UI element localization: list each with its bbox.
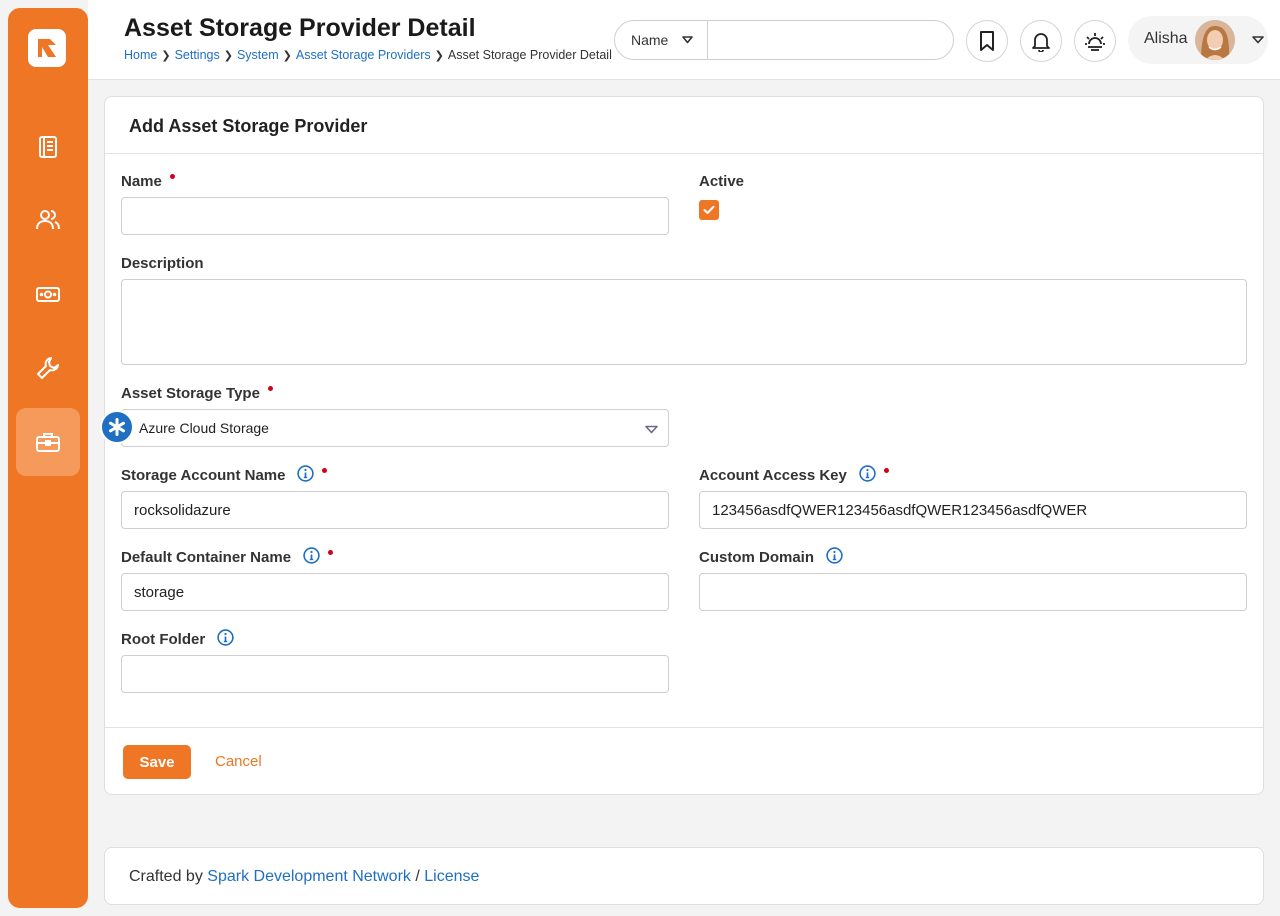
root-folder-label: Root Folder <box>121 629 234 648</box>
cancel-button[interactable]: Cancel <box>215 753 262 770</box>
description-label: Description <box>121 255 204 272</box>
custom-domain-input[interactable] <box>699 573 1247 611</box>
notebook-icon[interactable] <box>16 113 80 181</box>
wrench-icon[interactable] <box>16 334 80 402</box>
save-button[interactable]: Save <box>123 745 191 779</box>
required-indicator <box>883 468 889 473</box>
active-label: Active <box>699 173 744 190</box>
caret-down-icon <box>645 425 658 434</box>
root-folder-label-text: Root Folder <box>121 631 206 648</box>
info-icon[interactable] <box>303 547 320 564</box>
storage-type-label-text: Asset Storage Type <box>121 385 260 402</box>
storage-type-label: Asset Storage Type <box>121 385 273 402</box>
footer-prefix: Crafted by <box>129 868 203 885</box>
required-indicator <box>328 550 334 555</box>
info-icon[interactable] <box>297 465 315 482</box>
breadcrumb-home[interactable]: Home <box>124 48 157 62</box>
breadcrumb-current: Asset Storage Provider Detail <box>447 48 612 62</box>
description-label-text: Description <box>121 255 204 272</box>
form-actions: Save Cancel <box>105 727 1263 795</box>
chevron-right-icon: ❯ <box>434 49 444 62</box>
page-footer: Crafted by Spark Development Network / L… <box>104 847 1264 905</box>
container-input[interactable]: storage <box>121 573 669 611</box>
bookmark-icon <box>980 31 994 51</box>
money-icon[interactable] <box>16 260 80 328</box>
info-icon[interactable] <box>826 547 843 564</box>
search-box: Name <box>614 20 954 60</box>
bookmark-button[interactable] <box>966 20 1008 62</box>
page-title: Asset Storage Provider Detail <box>124 14 476 42</box>
info-icon[interactable] <box>217 629 234 646</box>
active-label-text: Active <box>699 173 745 190</box>
bell-icon <box>1032 33 1050 52</box>
breadcrumb: Home ❯ Settings ❯ System ❯ Asset Storage… <box>124 48 612 62</box>
rock-logo-icon[interactable] <box>28 29 66 67</box>
container-label: Default Container Name <box>121 547 334 566</box>
required-indicator <box>322 468 328 473</box>
storage-type-select[interactable]: Azure Cloud Storage <box>100 409 669 447</box>
sidebar <box>8 8 88 908</box>
custom-domain-label: Custom Domain <box>699 547 843 566</box>
account-name-label-text: Storage Account Name <box>121 467 286 484</box>
breadcrumb-asset-storage-providers[interactable]: Asset Storage Providers <box>296 48 431 62</box>
access-key-label: Account Access Key <box>699 465 889 484</box>
sunrise-icon <box>1085 33 1105 51</box>
custom-domain-label-text: Custom Domain <box>699 549 815 566</box>
footer-separator: / <box>415 868 420 885</box>
name-input[interactable] <box>121 197 669 235</box>
asset-storage-provider-card: Add Asset Storage Provider Name Active D… <box>100 96 1264 795</box>
breadcrumb-system[interactable]: System <box>237 48 279 62</box>
search-filter-select[interactable]: Name <box>615 21 708 59</box>
people-icon[interactable] <box>16 186 80 254</box>
chevron-right-icon: ❯ <box>282 49 292 62</box>
account-name-input[interactable]: rocksolidazure <box>121 491 669 529</box>
access-key-input[interactable]: 123456asdfQWER123456asdfQWER123456asdfQW… <box>699 491 1247 529</box>
chevron-right-icon: ❯ <box>161 49 171 62</box>
root-folder-input[interactable] <box>121 655 669 693</box>
storage-type-value: Azure Cloud Storage <box>139 420 269 436</box>
name-label: Name <box>121 173 175 190</box>
access-key-label-text: Account Access Key <box>699 467 847 484</box>
search-input[interactable] <box>708 21 953 59</box>
license-link[interactable]: License <box>424 868 479 885</box>
info-icon[interactable] <box>859 465 876 482</box>
chevron-right-icon: ❯ <box>223 49 233 62</box>
checkmark-icon <box>703 205 715 214</box>
account-name-label: Storage Account Name <box>121 465 328 484</box>
user-name: Alisha <box>1144 30 1188 47</box>
breadcrumb-settings[interactable]: Settings <box>175 48 220 62</box>
required-indicator <box>169 174 175 179</box>
name-label-text: Name <box>121 173 162 190</box>
spark-link[interactable]: Spark Development Network <box>207 868 411 885</box>
asterisk-badge-icon <box>100 410 134 444</box>
caret-down-icon[interactable] <box>1252 36 1264 44</box>
card-title: Add Asset Storage Provider <box>105 97 1263 154</box>
caret-down-icon <box>682 36 694 44</box>
required-indicator <box>267 386 273 391</box>
notifications-button[interactable] <box>1020 20 1062 62</box>
briefcase-icon[interactable] <box>16 408 80 476</box>
active-checkbox[interactable] <box>699 200 719 220</box>
avatar[interactable] <box>1195 20 1235 60</box>
user-menu[interactable]: Alisha <box>1128 16 1268 64</box>
container-label-text: Default Container Name <box>121 549 292 566</box>
theme-toggle-button[interactable] <box>1074 20 1116 62</box>
top-header: Asset Storage Provider Detail Home ❯ Set… <box>88 0 1280 80</box>
description-textarea[interactable] <box>121 279 1247 365</box>
search-filter-label: Name <box>631 32 669 48</box>
